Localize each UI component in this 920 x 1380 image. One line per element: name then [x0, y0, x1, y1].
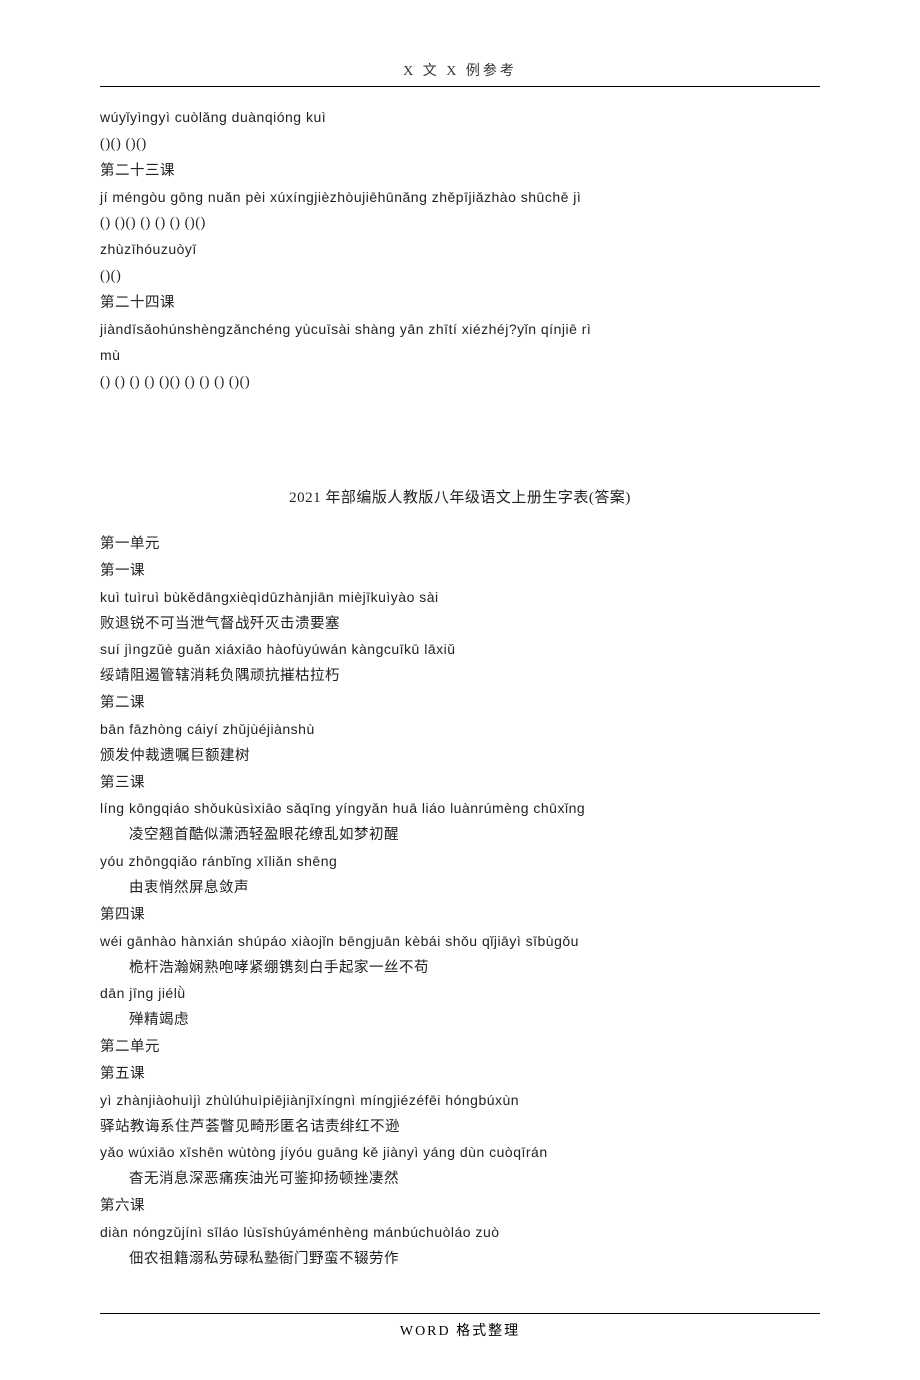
hanzi-line: 颁发仲裁遗嘱巨额建树 [100, 743, 820, 770]
pinyin-line: dān jīng jiélǜ [100, 981, 820, 1007]
pinyin-line: yǎo wúxiāo xīshēn wùtòng jíyóu guāng kě … [100, 1140, 820, 1166]
hanzi-line: 杳无消息深恶痛疾油光可鉴抑扬顿挫凄然 [100, 1166, 820, 1193]
spacer [100, 395, 820, 455]
text-line: () () () () ()() () () () ()() [100, 369, 820, 396]
hanzi-line: 由衷悄然屏息敛声 [100, 875, 820, 902]
hanzi-line: 驿站教诲系住芦荟瞥见畸形匿名诘责绯红不逊 [100, 1114, 820, 1141]
unit-heading: 第一单元 [100, 531, 820, 558]
pinyin-line: kuì tuìruì bùkědāngxièqìdūzhànjiān mièjī… [100, 585, 820, 611]
lesson-heading: 第二十四课 [100, 290, 820, 317]
pinyin-line: diàn nóngzǔjínì sīláo lùsīshúyáménhèng m… [100, 1220, 820, 1246]
hanzi-line: 桅杆浩瀚娴熟咆哮紧绷镌刻白手起家一丝不苟 [100, 955, 820, 982]
text-line: jí méngòu gōng nuǎn pèi xúxíngjièzhòujiē… [100, 185, 820, 211]
page-footer: WORD 格式整理 [100, 1313, 820, 1340]
text-line: wúyǐyìngyì cuòlǎng duànqióng kuì [100, 105, 820, 131]
lesson-heading: 第三课 [100, 770, 820, 797]
lesson-heading: 第六课 [100, 1193, 820, 1220]
unit-heading: 第二单元 [100, 1034, 820, 1061]
hanzi-line: 殚精竭虑 [100, 1007, 820, 1034]
lesson-heading: 第二十三课 [100, 158, 820, 185]
hanzi-line: 佃农祖籍溺私劳碌私塾衙门野蛮不辍劳作 [100, 1246, 820, 1273]
pinyin-line: suí jìngzǔè guǎn xiáxiāo hàofùyúwán kàng… [100, 637, 820, 663]
lesson-heading: 第二课 [100, 690, 820, 717]
text-line: ()() [100, 263, 820, 290]
pinyin-line: yóu zhōngqiǎo ránbǐng xīliǎn shēng [100, 849, 820, 875]
page-header: X 文 X 例参考 [100, 60, 820, 87]
text-line: zhùzīhóuzuòyī [100, 237, 820, 263]
text-line: mù [100, 343, 820, 369]
pinyin-line: wéi gānhào hànxián shúpáo xiàojǐn bēngju… [100, 929, 820, 955]
pinyin-line: yì zhànjiàohuìjì zhùlúhuìpiējiànjīxíngnì… [100, 1088, 820, 1114]
pinyin-line: líng kōngqiáo shǒukùsìxiāo sǎqīng yíngyǎ… [100, 796, 820, 822]
text-line: jiàndīsǎohúnshèngzǎnchéng yùcuīsài shàng… [100, 317, 820, 343]
hanzi-line: 绥靖阻遏管辖消耗负隅顽抗摧枯拉朽 [100, 663, 820, 690]
text-line: () ()() () () () ()() [100, 210, 820, 237]
lesson-heading: 第一课 [100, 558, 820, 585]
text-line: ()() ()() [100, 131, 820, 158]
lesson-heading: 第五课 [100, 1061, 820, 1088]
document-title: 2021 年部编版人教版八年级语文上册生字表(答案) [100, 485, 820, 513]
pinyin-line: bān fāzhòng cáiyí zhǔjùéjiànshù [100, 717, 820, 743]
hanzi-line: 败退锐不可当泄气督战歼灭击溃要塞 [100, 611, 820, 638]
lesson-heading: 第四课 [100, 902, 820, 929]
hanzi-line: 凌空翘首酷似潇洒轻盈眼花缭乱如梦初醒 [100, 822, 820, 849]
